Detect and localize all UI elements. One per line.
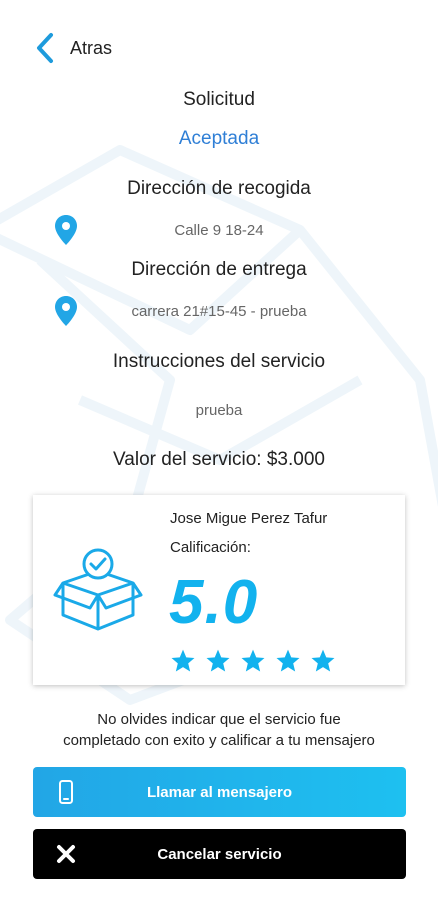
close-icon — [57, 845, 75, 863]
delivery-heading: Dirección de entrega — [131, 259, 307, 280]
rating-stars — [170, 648, 336, 674]
star-icon — [276, 649, 300, 672]
courier-name: Jose Migue Perez Tafur — [170, 510, 328, 527]
completion-note-line2: completado con exito y calificar a tu me… — [63, 732, 375, 749]
completion-note: No olvides indicar que el servicio fue c… — [0, 709, 438, 751]
request-status: Aceptada — [178, 128, 260, 149]
service-price: Valor del servicio: $3.000 — [113, 449, 325, 470]
instructions-heading: Instrucciones del servicio — [112, 351, 326, 372]
phone-icon — [59, 780, 73, 804]
star-icon — [241, 649, 265, 672]
chevron-left-icon — [37, 33, 53, 63]
delivery-row: carrera 21#15-45 - prueba — [0, 295, 438, 329]
instructions-text: prueba — [195, 402, 243, 419]
back-label: Atras — [70, 37, 113, 58]
pickup-heading: Dirección de recogida — [127, 178, 311, 199]
request-title: Solicitud — [183, 89, 255, 110]
pickup-address: Calle 9 18-24 — [174, 222, 264, 239]
call-courier-button[interactable]: Llamar al mensajero — [33, 767, 406, 817]
cancel-service-button[interactable]: Cancelar servicio — [33, 829, 406, 879]
cancel-service-label: Cancelar servicio — [157, 845, 282, 863]
back-button[interactable]: Atras — [34, 32, 112, 64]
call-courier-label: Llamar al mensajero — [146, 783, 293, 801]
rating-value: 5.0 — [169, 568, 259, 637]
star-icon — [171, 649, 195, 672]
completion-note-line1: No olvides indicar que el servicio fue — [97, 711, 341, 728]
package-check-icon — [53, 548, 143, 631]
star-icon — [311, 649, 335, 672]
courier-card: Jose Migue Perez Tafur Calificación: 5.0 — [33, 495, 405, 685]
rating-label: Calificación: — [170, 539, 251, 556]
pickup-row: Calle 9 18-24 — [0, 214, 438, 248]
star-icon — [206, 649, 230, 672]
delivery-address: carrera 21#15-45 - prueba — [131, 303, 307, 320]
